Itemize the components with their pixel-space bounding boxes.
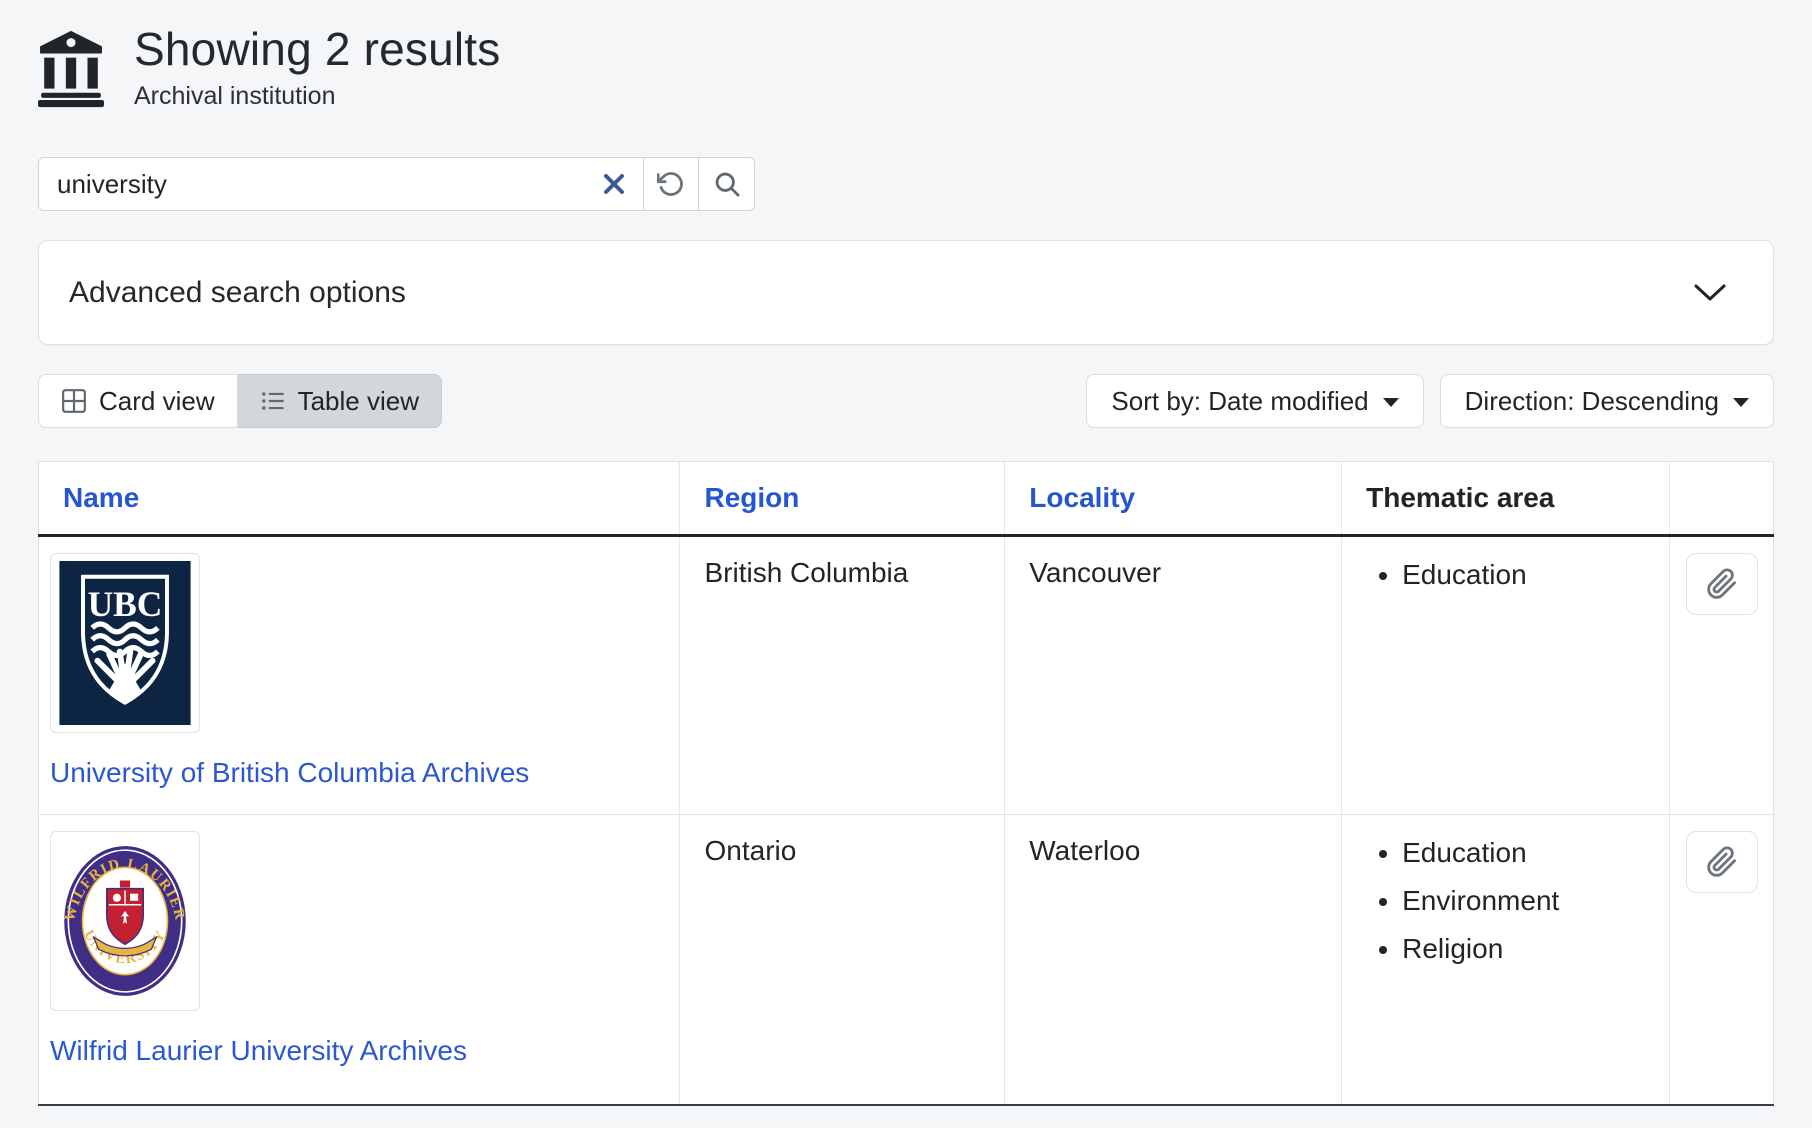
caret-down-icon xyxy=(1383,398,1399,407)
result-link[interactable]: University of British Columbia Archives xyxy=(50,757,529,789)
column-header-name[interactable]: Name xyxy=(39,462,680,536)
x-clear-icon xyxy=(602,172,626,196)
result-link[interactable]: Wilfrid Laurier University Archives xyxy=(50,1035,467,1067)
column-header-attachment xyxy=(1670,462,1774,536)
svg-text:UBC: UBC xyxy=(88,584,163,624)
title-block: Showing 2 results Archival institution xyxy=(134,22,500,111)
wlu-logo: WILFRID LAURIER UNIVERSITY xyxy=(59,840,191,1002)
table-view-button[interactable]: Table view xyxy=(238,374,442,428)
table-list-icon xyxy=(260,388,286,414)
table-view-label: Table view xyxy=(298,386,419,417)
ubc-logo: UBC xyxy=(59,561,191,725)
search-bar xyxy=(38,157,755,211)
direction-label: Direction: Descending xyxy=(1465,386,1719,417)
institution-logo-card: WILFRID LAURIER UNIVERSITY xyxy=(50,831,200,1011)
column-header-region[interactable]: Region xyxy=(680,462,1005,536)
attachment-button[interactable] xyxy=(1686,553,1758,615)
page-header: Showing 2 results Archival institution xyxy=(38,22,1774,111)
page: Showing 2 results Archival institution xyxy=(0,0,1812,1106)
submit-search-button[interactable] xyxy=(699,157,755,211)
paperclip-icon xyxy=(1706,568,1738,600)
direction-dropdown[interactable]: Direction: Descending xyxy=(1440,374,1774,428)
results-toolbar: Card view Table view Sort by: Date modif… xyxy=(38,374,1774,428)
card-grid-icon xyxy=(61,388,87,414)
thematic-area-item: Environment xyxy=(1402,883,1645,919)
results-table: Name Region Locality Thematic area UBC xyxy=(38,461,1774,1106)
view-toggle-group: Card view Table view xyxy=(38,374,442,428)
institution-logo-card: UBC xyxy=(50,553,200,733)
table-header-row: Name Region Locality Thematic area xyxy=(39,462,1774,536)
thematic-area-item: Education xyxy=(1402,557,1645,593)
column-header-locality[interactable]: Locality xyxy=(1005,462,1342,536)
paperclip-icon xyxy=(1706,846,1738,878)
card-view-button[interactable]: Card view xyxy=(38,374,238,428)
advanced-search-label: Advanced search options xyxy=(69,276,406,310)
search-field-wrap xyxy=(38,157,643,211)
sort-by-label: Sort by: Date modified xyxy=(1111,386,1368,417)
chevron-down-icon xyxy=(1693,283,1727,303)
region-cell: Ontario xyxy=(680,815,1005,1105)
archival-institution-icon xyxy=(38,30,104,108)
advanced-search-panel[interactable]: Advanced search options xyxy=(38,240,1774,345)
reset-search-button[interactable] xyxy=(643,157,699,211)
clear-search-button[interactable] xyxy=(591,157,637,211)
thematic-area-cell: Education Environment Religion xyxy=(1342,815,1670,1105)
page-title: Showing 2 results xyxy=(134,22,500,76)
thematic-area-item: Education xyxy=(1402,835,1645,871)
region-cell: British Columbia xyxy=(680,536,1005,815)
card-view-label: Card view xyxy=(99,386,215,417)
locality-cell: Vancouver xyxy=(1005,536,1342,815)
table-row: UBC xyxy=(39,536,1774,815)
column-header-thematic-area: Thematic area xyxy=(1342,462,1670,536)
locality-cell: Waterloo xyxy=(1005,815,1342,1105)
thematic-area-item: Religion xyxy=(1402,931,1645,967)
sort-controls: Sort by: Date modified Direction: Descen… xyxy=(1086,374,1774,428)
reset-icon xyxy=(657,170,685,198)
caret-down-icon xyxy=(1733,398,1749,407)
thematic-area-cell: Education xyxy=(1342,536,1670,815)
page-subtitle: Archival institution xyxy=(134,82,500,111)
search-icon xyxy=(713,170,741,198)
sort-by-dropdown[interactable]: Sort by: Date modified xyxy=(1086,374,1423,428)
attachment-button[interactable] xyxy=(1686,831,1758,893)
table-row: WILFRID LAURIER UNIVERSITY xyxy=(39,815,1774,1105)
search-input[interactable] xyxy=(38,157,643,211)
